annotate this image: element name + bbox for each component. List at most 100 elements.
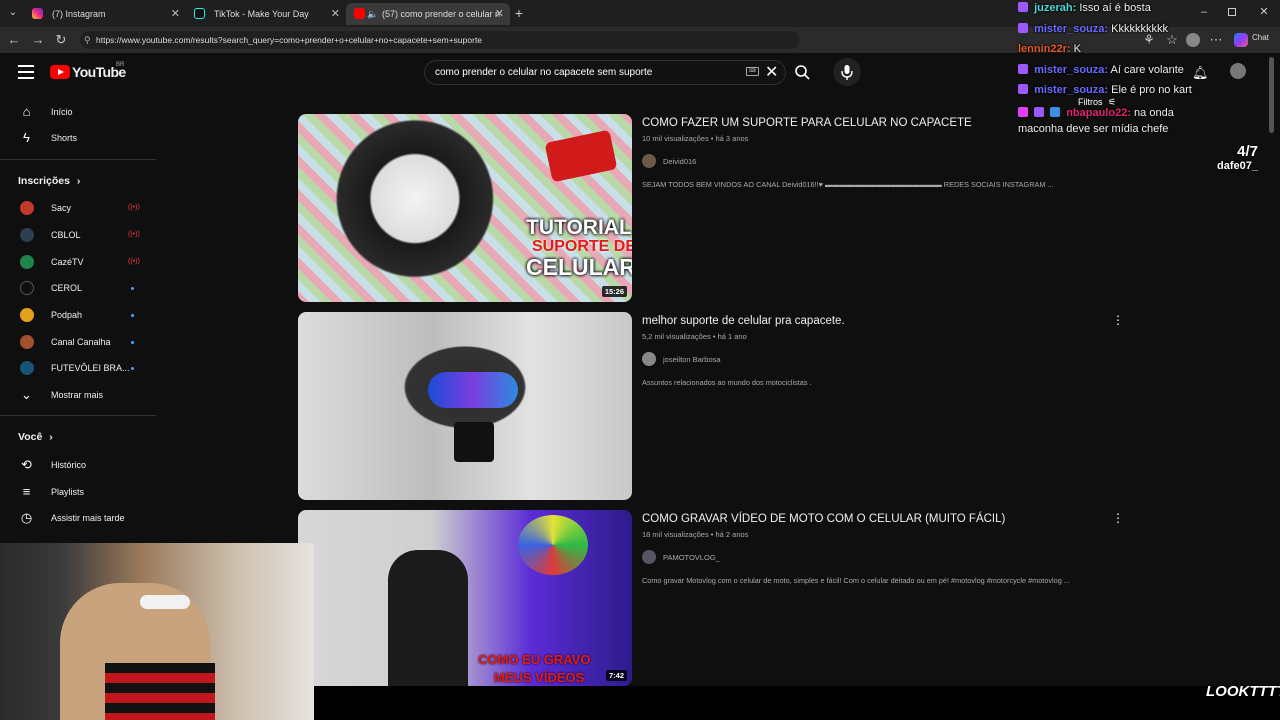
new-tab-icon[interactable]: + xyxy=(512,5,526,21)
speaker-icon[interactable]: 🔈 xyxy=(367,3,378,25)
channel-avatar[interactable] xyxy=(642,352,656,366)
sub-badge-icon xyxy=(1018,64,1028,74)
scrollbar[interactable] xyxy=(1269,57,1274,133)
forward-icon[interactable]: → xyxy=(30,32,46,48)
channel-name[interactable]: Deivid016 xyxy=(663,157,696,166)
video-description: Como gravar Motovlog com o celular de mo… xyxy=(642,576,1070,585)
show-more-button[interactable]: ⌄ Mostrar mais xyxy=(0,382,156,408)
search-box[interactable]: como prender o celular no capacete sem s… xyxy=(424,60,786,85)
bottom-black-bar xyxy=(314,686,1280,720)
watch-later-icon: ◷ xyxy=(20,510,33,525)
clear-search-icon[interactable]: ✕ xyxy=(765,62,778,83)
sub-badge-icon xyxy=(1018,2,1028,12)
chat-text: Isso aí é bosta xyxy=(1079,2,1151,14)
close-window-icon[interactable]: ✕ xyxy=(1258,4,1270,20)
sidebar-divider xyxy=(0,415,156,416)
sidebar-sub-cerol[interactable]: CEROL xyxy=(0,275,156,301)
video-title[interactable]: COMO GRAVAR VÍDEO DE MOTO COM O CELULAR … xyxy=(642,513,1005,525)
video-description: Assuntos relacionados ao mundo dos motoc… xyxy=(642,378,812,387)
tab-list-dropdown-icon[interactable]: ⌄ xyxy=(6,6,20,20)
close-tab-icon[interactable]: ✕ xyxy=(171,3,180,25)
video-thumbnail[interactable] xyxy=(298,312,632,500)
chat-label: Chat xyxy=(1252,33,1269,42)
chat-text: K xyxy=(1073,43,1081,55)
keyboard-icon[interactable]: ⌨ xyxy=(746,67,759,76)
channel-avatar[interactable] xyxy=(642,154,656,168)
chat-message: nbapaulo22: na onda maconha deve ser míd… xyxy=(1018,105,1218,137)
sidebar-item-shorts[interactable]: ϟ Shorts xyxy=(0,125,156,151)
sidebar-item-home[interactable]: ⌂ Início xyxy=(0,99,156,125)
search-input[interactable]: como prender o celular no capacete sem s… xyxy=(435,61,652,84)
new-content-dot xyxy=(131,287,134,290)
sidebar-item-label: Assistir mais tarde xyxy=(51,513,125,523)
sidebar-item-label: Sacy xyxy=(51,203,72,213)
helmet-graphic xyxy=(518,515,588,575)
chat-message: lennin22r: K xyxy=(1018,43,1081,55)
chat-username: mister_souza: xyxy=(1034,23,1109,35)
chat-message: juzerah: Isso aí é bosta xyxy=(1018,2,1151,14)
sidebar-item-label: CazéTV xyxy=(51,257,84,267)
back-icon[interactable]: ← xyxy=(6,32,22,48)
channel-avatar xyxy=(20,308,34,322)
sidebar-sub-canal-canalha[interactable]: Canal Canalha xyxy=(0,329,156,355)
url-field[interactable]: ⚲ https://www.youtube.com/results?search… xyxy=(80,31,800,49)
red-phone-mount-graphic xyxy=(544,129,618,183)
sidebar-sub-cblol[interactable]: CBLOL ((•)) xyxy=(0,222,156,248)
video-thumbnail[interactable]: TUTORIAL SUPORTE DE CELULAR 15:26 xyxy=(298,114,632,302)
chevron-down-icon: ⌄ xyxy=(21,387,32,402)
more-actions-icon[interactable]: ⋮ xyxy=(1111,510,1125,526)
close-tab-icon[interactable]: ✕ xyxy=(495,3,504,25)
sidebar-item-watch-later[interactable]: ◷ Assistir mais tarde xyxy=(0,505,156,531)
tab-title: TikTok - Make Your Day xyxy=(214,9,309,19)
channel-avatar xyxy=(20,335,34,349)
voice-search-button[interactable] xyxy=(833,58,861,86)
sidebar-sub-sacy[interactable]: Sacy ((•)) xyxy=(0,195,156,221)
search-result[interactable]: TUTORIAL SUPORTE DE CELULAR 15:26 COMO F… xyxy=(298,114,1128,302)
sidebar-item-playlists[interactable]: ≡ Playlists xyxy=(0,479,156,505)
sidebar-sub-cazetv[interactable]: CazéTV ((•)) xyxy=(0,249,156,275)
sidebar-sub-futevolei[interactable]: FUTEVÔLEI BRA... xyxy=(0,355,156,381)
channel-avatar[interactable] xyxy=(642,550,656,564)
home-icon: ⌂ xyxy=(22,104,31,119)
tab-tiktok[interactable]: TikTok - Make Your Day ✕ xyxy=(186,3,346,25)
shorts-icon: ϟ xyxy=(23,130,30,145)
sidebar-item-label: Playlists xyxy=(51,487,85,497)
search-result[interactable]: COMO EU GRAVO MEUS VÍDEOS 7:42 COMO GRAV… xyxy=(298,510,1128,698)
sub-badge-icon xyxy=(1018,23,1028,33)
subscriptions-heading[interactable]: Inscrições › xyxy=(18,175,80,187)
sidebar-item-label: CEROL xyxy=(51,283,83,293)
sidebar-item-label: Mostrar mais xyxy=(51,390,104,400)
search-result[interactable]: melhor suporte de celular pra capacete. … xyxy=(298,312,1128,500)
search-button[interactable] xyxy=(790,60,815,85)
streamer-watermark: LOOKTTTT xyxy=(1206,683,1280,700)
tab-instagram[interactable]: (7) Instagram ✕ xyxy=(24,3,186,25)
live-icon: ((•)) xyxy=(128,204,140,211)
sidebar-item-label: Histórico xyxy=(51,460,87,470)
sidebar-item-label: Shorts xyxy=(51,133,78,143)
channel-name[interactable]: PAMOTOVLOG_ xyxy=(663,553,720,562)
chat-username: lennin22r: xyxy=(1018,43,1071,55)
close-tab-icon[interactable]: ✕ xyxy=(331,3,340,25)
you-heading[interactable]: Você › xyxy=(18,431,53,443)
youtube-play-icon xyxy=(50,65,70,79)
sidebar-item-history[interactable]: ⟲ Histórico xyxy=(0,452,156,478)
video-meta: 18 mil visualizações • há 2 anos xyxy=(642,530,749,539)
tab-youtube[interactable]: 🔈 (57) como prender o celular n ✕ xyxy=(346,3,510,25)
live-icon: ((•)) xyxy=(128,231,140,238)
video-title[interactable]: COMO FAZER UM SUPORTE PARA CELULAR NO CA… xyxy=(642,117,972,129)
chat-message: mister_souza: Ele é pro no kart xyxy=(1018,84,1192,96)
channel-name[interactable]: joseilton Barbosa xyxy=(663,355,721,364)
star-badge-icon xyxy=(1034,107,1045,117)
video-thumbnail[interactable]: COMO EU GRAVO MEUS VÍDEOS 7:42 xyxy=(298,510,632,686)
more-actions-icon[interactable]: ⋮ xyxy=(1111,312,1125,328)
video-title[interactable]: melhor suporte de celular pra capacete. xyxy=(642,315,845,327)
channel-avatar xyxy=(20,201,34,215)
hamburger-menu-icon[interactable] xyxy=(18,65,34,79)
sunglasses-graphic xyxy=(140,595,190,609)
sidebar-sub-podpah[interactable]: Podpah xyxy=(0,302,156,328)
site-info-icon[interactable]: ⚲ xyxy=(84,31,91,49)
chevron-right-icon: › xyxy=(76,175,81,187)
channel-avatar xyxy=(20,255,34,269)
thumbnail-text: CELULAR xyxy=(526,254,632,280)
reload-icon[interactable]: ↻ xyxy=(53,32,69,48)
